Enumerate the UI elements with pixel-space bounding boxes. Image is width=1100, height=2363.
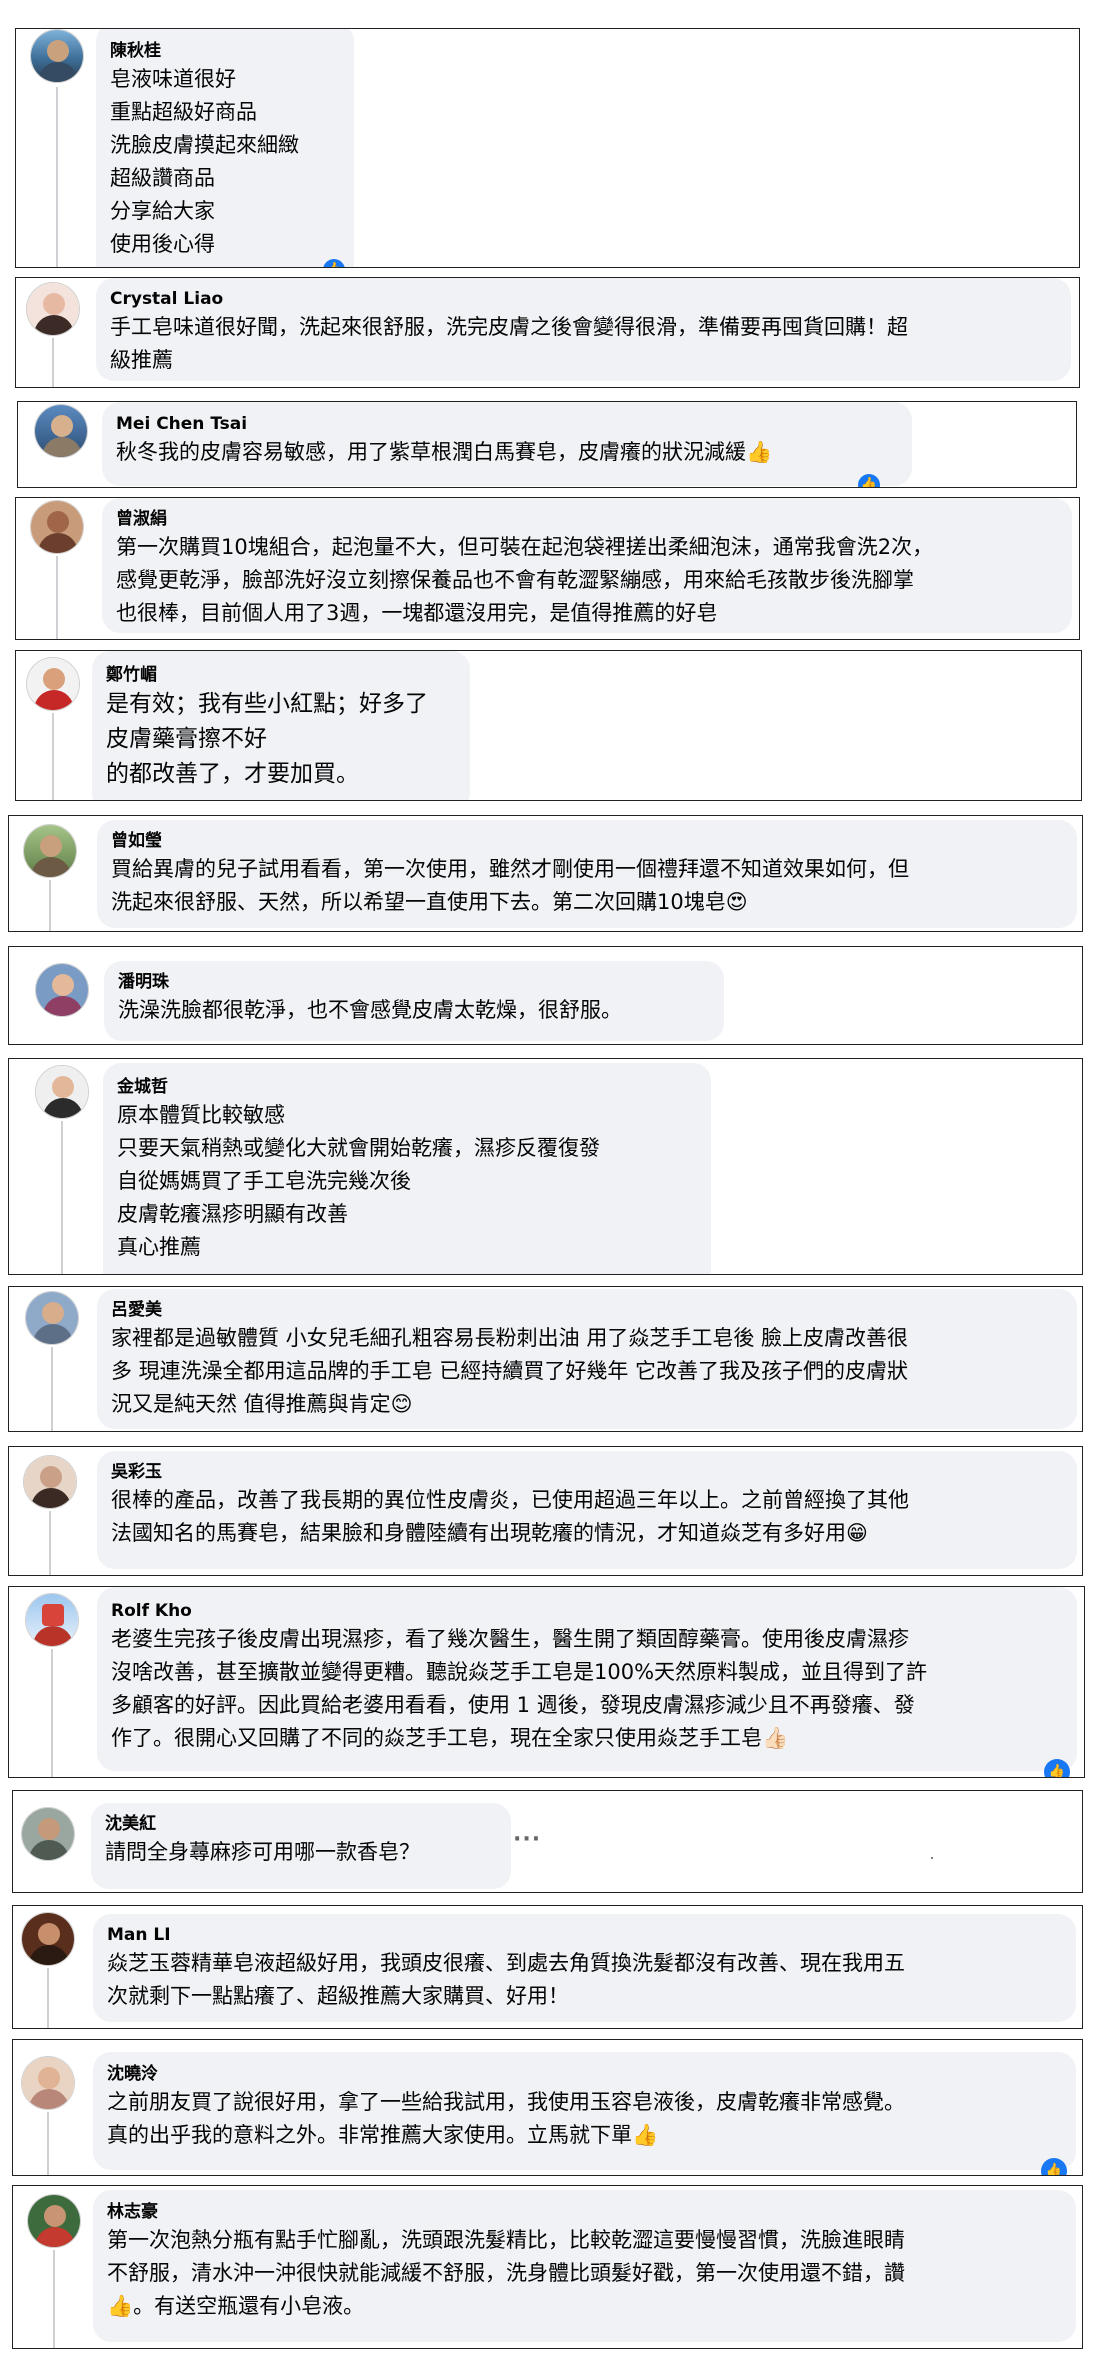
- commenter-name[interactable]: 沈美紅: [105, 1812, 497, 1836]
- avatar[interactable]: [30, 29, 84, 83]
- commenter-name[interactable]: Mei Chen Tsai: [116, 412, 898, 436]
- comment-bubble: 呂愛美 家裡都是過敏體質 小女兒毛細孔粗容易長粉刺出油 用了焱芝手工皂後 臉上皮…: [97, 1289, 1077, 1429]
- comment-card: 金城哲 原本體質比較敏感 只要天氣稍熱或變化大就會開始乾癢，濕疹反覆復發 自從媽…: [8, 1058, 1083, 1275]
- comment-text: 很棒的產品，改善了我長期的異位性皮膚炎，已使用超過三年以上。之前曾經換了其他 法…: [111, 1488, 909, 1545]
- commenter-name[interactable]: 陳秋桂: [110, 39, 340, 63]
- avatar[interactable]: [21, 1912, 75, 1966]
- avatar[interactable]: [35, 1065, 89, 1119]
- comment-text: 老婆生完孩子後皮膚出現濕疹，看了幾次醫生，醫生開了類固醇藥膏。使用後皮膚濕疹 沒…: [111, 1627, 928, 1750]
- commenter-name[interactable]: Man LI: [107, 1923, 1062, 1947]
- commenter-name[interactable]: 金城哲: [117, 1075, 697, 1099]
- comment-card: Mei Chen Tsai 秋冬我的皮膚容易敏感，用了紫草根潤白馬賽皂，皮膚癢的…: [17, 401, 1077, 488]
- comment-bubble: 潘明珠 洗澡洗臉都很乾淨，也不會感覺皮膚太乾燥，很舒服。: [104, 961, 724, 1041]
- avatar[interactable]: [27, 2194, 81, 2248]
- avatar[interactable]: [26, 282, 80, 336]
- divider-dot: [931, 1857, 933, 1859]
- comment-card: 曾如瑩 買給異膚的兒子試用看看，第一次使用，雖然才剛使用一個禮拜還不知道效果如何…: [8, 815, 1083, 932]
- avatar[interactable]: [26, 657, 80, 711]
- comment-text: 原本體質比較敏感 只要天氣稍熱或變化大就會開始乾癢，濕疹反覆復發 自從媽媽買了手…: [117, 1103, 600, 1259]
- comment-text: 請問全身蕁麻疹可用哪一款香皂？: [105, 1840, 420, 1864]
- comment-text: 皂液味道很好 重點超級好商品 洗臉皮膚摸起來細緻 超級讚商品 分享給大家 使用後…: [110, 67, 299, 256]
- comment-text: 焱芝玉蓉精華皂液超級好用，我頭皮很癢、到處去角質換洗髮都沒有改善、現在我用五 次…: [107, 1951, 905, 2008]
- avatar[interactable]: [30, 500, 84, 554]
- comment-card: Crystal Liao 手工皂味道很好聞，洗起來很舒服，洗完皮膚之後會變得很滑…: [15, 277, 1080, 388]
- comment-text: 秋冬我的皮膚容易敏感，用了紫草根潤白馬賽皂，皮膚癢的狀況減緩👍: [116, 440, 773, 464]
- commenter-name[interactable]: Crystal Liao: [110, 287, 1057, 311]
- commenter-name[interactable]: 潘明珠: [118, 970, 710, 994]
- comment-text: 手工皂味道很好聞，洗起來很舒服，洗完皮膚之後會變得很滑，準備要再囤貨回購！超 級…: [110, 315, 908, 372]
- comment-card: 呂愛美 家裡都是過敏體質 小女兒毛細孔粗容易長粉刺出油 用了焱芝手工皂後 臉上皮…: [8, 1286, 1083, 1432]
- comment-card: 陳秋桂 皂液味道很好 重點超級好商品 洗臉皮膚摸起來細緻 超級讚商品 分享給大家…: [15, 28, 1080, 268]
- comment-card: 吳彩玉 很棒的產品，改善了我長期的異位性皮膚炎，已使用超過三年以上。之前曾經換了…: [8, 1446, 1083, 1576]
- comment-card: 沈美紅 請問全身蕁麻疹可用哪一款香皂？ ···: [12, 1790, 1083, 1893]
- comment-card: 林志豪 第一次泡熱分瓶有點手忙腳亂，洗頭跟洗髮精比，比較乾澀這要慢慢習慣，洗臉進…: [12, 2185, 1083, 2349]
- comment-bubble: 林志豪 第一次泡熱分瓶有點手忙腳亂，洗頭跟洗髮精比，比較乾澀這要慢慢習慣，洗臉進…: [93, 2190, 1076, 2342]
- comment-text: 是有效；我有些小紅點；好多了 皮膚藥膏擦不好 的都改善了，才要加買。: [106, 691, 428, 787]
- commenter-name[interactable]: 鄭竹嵋: [106, 663, 456, 687]
- comment-text: 第一次購買10塊組合，起泡量不大，但可裝在起泡袋裡搓出柔細泡沫，通常我會洗2次，…: [116, 535, 934, 625]
- comment-card: 沈曉泠 之前朋友買了說很好用，拿了一些給我試用，我使用玉容皂液後，皮膚乾癢非常感…: [12, 2039, 1083, 2176]
- avatar[interactable]: [25, 1291, 79, 1345]
- comment-text: 之前朋友買了說很好用，拿了一些給我試用，我使用玉容皂液後，皮膚乾癢非常感覺。 真…: [107, 2090, 905, 2147]
- avatar[interactable]: [25, 1593, 79, 1647]
- comment-bubble: Crystal Liao 手工皂味道很好聞，洗起來很舒服，洗完皮膚之後會變得很滑…: [96, 278, 1071, 381]
- commenter-name[interactable]: Rolf Kho: [111, 1599, 1063, 1623]
- like-reaction-icon[interactable]: 👍: [858, 474, 880, 487]
- comment-bubble: Man LI 焱芝玉蓉精華皂液超級好用，我頭皮很癢、到處去角質換洗髮都沒有改善、…: [93, 1914, 1076, 2022]
- comment-text: 洗澡洗臉都很乾淨，也不會感覺皮膚太乾燥，很舒服。: [118, 998, 622, 1022]
- comment-card: 潘明珠 洗澡洗臉都很乾淨，也不會感覺皮膚太乾燥，很舒服。: [8, 946, 1083, 1045]
- avatar[interactable]: [21, 1807, 75, 1861]
- avatar[interactable]: [35, 963, 89, 1017]
- like-reaction-icon[interactable]: 👍: [1044, 1759, 1070, 1777]
- comment-card: 鄭竹嵋 是有效；我有些小紅點；好多了 皮膚藥膏擦不好 的都改善了，才要加買。: [15, 650, 1082, 801]
- commenter-name[interactable]: 林志豪: [107, 2200, 1062, 2224]
- comment-bubble: 陳秋桂 皂液味道很好 重點超級好商品 洗臉皮膚摸起來細緻 超級讚商品 分享給大家…: [96, 29, 354, 267]
- avatar[interactable]: [34, 404, 88, 458]
- avatar[interactable]: [21, 2056, 75, 2110]
- comment-bubble: 沈美紅 請問全身蕁麻疹可用哪一款香皂？: [91, 1803, 511, 1889]
- commenter-name[interactable]: 曾如瑩: [111, 829, 1063, 853]
- comment-bubble: 鄭竹嵋 是有效；我有些小紅點；好多了 皮膚藥膏擦不好 的都改善了，才要加買。: [92, 651, 470, 800]
- commenter-name[interactable]: 呂愛美: [111, 1298, 1063, 1322]
- comment-bubble: Mei Chen Tsai 秋冬我的皮膚容易敏感，用了紫草根潤白馬賽皂，皮膚癢的…: [102, 402, 912, 486]
- comment-bubble: 吳彩玉 很棒的產品，改善了我長期的異位性皮膚炎，已使用超過三年以上。之前曾經換了…: [97, 1451, 1077, 1569]
- comment-bubble: 金城哲 原本體質比較敏感 只要天氣稍熱或變化大就會開始乾癢，濕疹反覆復發 自從媽…: [103, 1063, 711, 1274]
- comment-bubble: Rolf Kho 老婆生完孩子後皮膚出現濕疹，看了幾次醫生，醫生開了類固醇藥膏。…: [97, 1587, 1077, 1771]
- commenter-name[interactable]: 吳彩玉: [111, 1460, 1063, 1484]
- comment-card: Rolf Kho 老婆生完孩子後皮膚出現濕疹，看了幾次醫生，醫生開了類固醇藥膏。…: [8, 1586, 1085, 1778]
- comment-text: 買給異膚的兒子試用看看，第一次使用，雖然才剛使用一個禮拜還不知道效果如何，但 洗…: [111, 857, 909, 914]
- comment-card: Man LI 焱芝玉蓉精華皂液超級好用，我頭皮很癢、到處去角質換洗髮都沒有改善、…: [12, 1905, 1083, 2029]
- comment-bubble: 曾如瑩 買給異膚的兒子試用看看，第一次使用，雖然才剛使用一個禮拜還不知道效果如何…: [97, 820, 1077, 928]
- comment-text: 第一次泡熱分瓶有點手忙腳亂，洗頭跟洗髮精比，比較乾澀這要慢慢習慣，洗臉進眼睛 不…: [107, 2228, 905, 2318]
- comment-text: 家裡都是過敏體質 小女兒毛細孔粗容易長粉刺出油 用了焱芝手工皂後 臉上皮膚改善很…: [111, 1326, 909, 1416]
- commenter-name[interactable]: 曾淑絹: [116, 507, 1058, 531]
- avatar[interactable]: [23, 824, 77, 878]
- comment-card: 曾淑絹 第一次購買10塊組合，起泡量不大，但可裝在起泡袋裡搓出柔細泡沫，通常我會…: [15, 497, 1080, 640]
- more-dots-icon[interactable]: ···: [513, 1827, 541, 1852]
- comment-bubble: 曾淑絹 第一次購買10塊組合，起泡量不大，但可裝在起泡袋裡搓出柔細泡沫，通常我會…: [102, 498, 1072, 633]
- comment-bubble: 沈曉泠 之前朋友買了說很好用，拿了一些給我試用，我使用玉容皂液後，皮膚乾癢非常感…: [93, 2052, 1076, 2170]
- avatar[interactable]: [23, 1455, 77, 1509]
- commenter-name[interactable]: 沈曉泠: [107, 2062, 1062, 2086]
